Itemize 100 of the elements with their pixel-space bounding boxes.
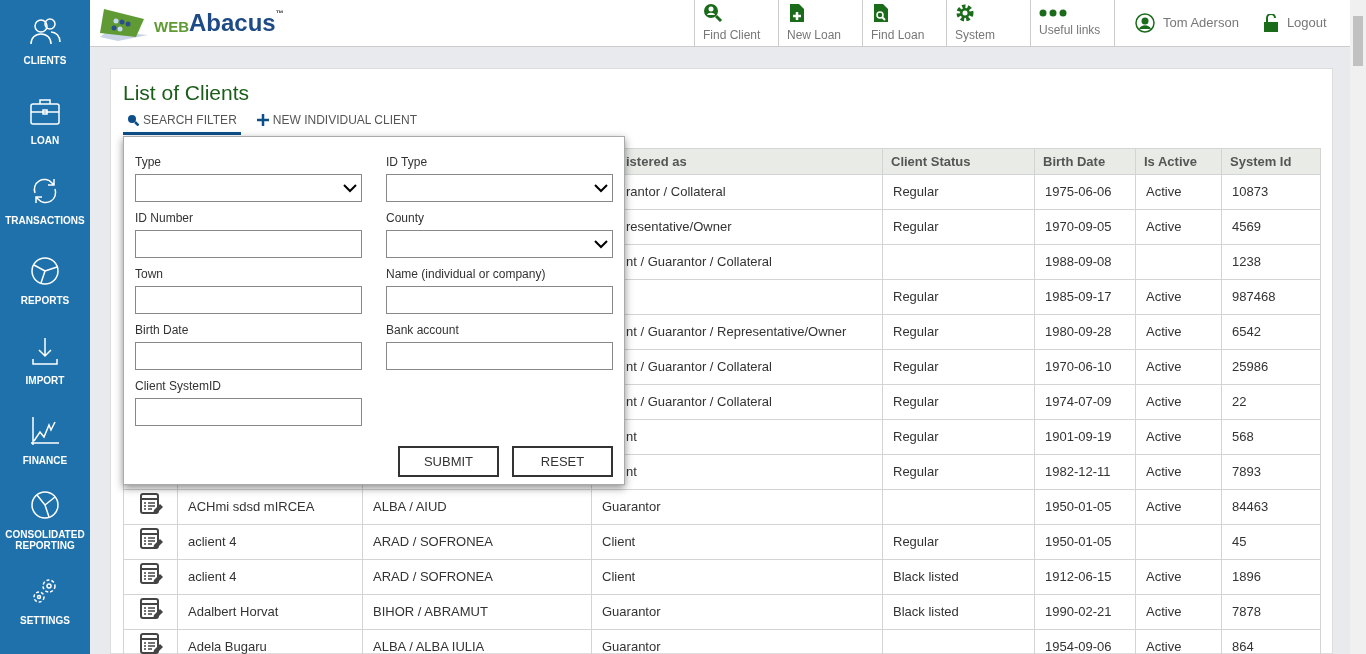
- logout-link[interactable]: Logout: [1262, 13, 1327, 33]
- input-field[interactable]: [386, 342, 613, 370]
- page-title: List of Clients: [123, 80, 251, 106]
- client-status: Regular: [893, 324, 939, 340]
- birth-date: 1950-01-05: [1045, 534, 1112, 550]
- birth-date: 1954-09-06: [1045, 639, 1112, 654]
- chevron-down-icon: [343, 183, 357, 193]
- system-id: 6542: [1232, 324, 1261, 340]
- sidebar-item[interactable]: CLIENTS: [0, 0, 90, 80]
- birth-date: 1980-09-28: [1045, 324, 1112, 340]
- nav-link[interactable]: Find Loan: [862, 0, 946, 46]
- active-status: Active: [1146, 604, 1182, 620]
- system-id: 7893: [1232, 464, 1261, 480]
- birth-date: 1975-06-06: [1045, 184, 1112, 200]
- column-header: istered as: [626, 153, 687, 169]
- chevron-down-icon: [594, 183, 608, 193]
- input-field[interactable]: [135, 286, 362, 314]
- system-id: 45: [1232, 534, 1247, 550]
- registered-as: Guarantor: [602, 604, 661, 620]
- registered-as: nt / Guarantor / Collateral: [626, 254, 772, 270]
- client-status: Regular: [893, 359, 939, 375]
- sidebar-item[interactable]: TRANSACTIONS: [0, 160, 90, 240]
- system-id: 25986: [1232, 359, 1269, 375]
- location: ARAD / SOFRONEA: [373, 534, 493, 550]
- edit-list-icon[interactable]: [138, 596, 163, 621]
- registered-as: nt / Guarantor / Collateral: [626, 359, 772, 375]
- user-link[interactable]: Tom Aderson: [1135, 13, 1239, 33]
- input-field[interactable]: [135, 230, 362, 258]
- client-name: Adela Bugaru: [188, 639, 267, 654]
- edit-list-icon[interactable]: [138, 631, 163, 654]
- birth-date: 1912-06-15: [1045, 569, 1112, 585]
- sidebar-item[interactable]: LOAN: [0, 80, 90, 160]
- field-label: Birth Date: [135, 322, 190, 339]
- scrollbar-thumb[interactable]: [1353, 16, 1363, 66]
- field-label: Client SystemID: [135, 378, 223, 395]
- field-label: Bank account: [386, 322, 460, 339]
- client-status: Regular: [893, 429, 939, 445]
- client-status: Regular: [893, 394, 939, 410]
- search-icon: [127, 113, 139, 126]
- nav-link[interactable]: System: [946, 0, 1030, 46]
- padlock-icon: [1262, 14, 1279, 32]
- system-id: 10873: [1232, 184, 1269, 200]
- pie-chart-icon: [29, 254, 61, 287]
- nav-link[interactable]: Useful links: [1030, 0, 1114, 46]
- system-id: 1238: [1232, 254, 1261, 270]
- tab[interactable]: NEW INDIVIDUAL CLIENT: [252, 107, 422, 135]
- registered-as: Client: [602, 569, 636, 585]
- nav-link[interactable]: New Loan: [778, 0, 862, 46]
- column-header: Birth Date: [1043, 153, 1106, 169]
- line-chart-icon: [29, 414, 61, 447]
- registered-as: nt / Guarantor / Representative/Owner: [626, 324, 847, 340]
- birth-date: 1974-07-09: [1045, 394, 1112, 410]
- location: ARAD / SOFRONEA: [373, 569, 493, 585]
- nav-link[interactable]: Find Client: [694, 0, 778, 46]
- user-icon: [1135, 13, 1155, 33]
- select-field[interactable]: [386, 174, 613, 202]
- registered-as: rantor / Collateral: [626, 184, 726, 200]
- sidebar-item[interactable]: FINANCE: [0, 400, 90, 480]
- field-label: Name (individual or company): [386, 266, 547, 283]
- active-status: Active: [1146, 359, 1182, 375]
- active-status: Active: [1146, 429, 1182, 445]
- select-field[interactable]: [386, 230, 613, 258]
- birth-date: 1950-01-05: [1045, 499, 1112, 515]
- edit-list-icon[interactable]: [138, 561, 163, 586]
- sidebar-item[interactable]: CONSOLIDATED REPORTING: [0, 480, 90, 560]
- birth-date: 1970-09-05: [1045, 219, 1112, 235]
- client-status: Regular: [893, 184, 939, 200]
- sidebar-item[interactable]: IMPORT: [0, 320, 90, 400]
- input-field[interactable]: [386, 286, 613, 314]
- form-button[interactable]: SUBMIT: [398, 446, 499, 477]
- form-button[interactable]: RESET: [512, 446, 613, 477]
- sidebar-item[interactable]: SETTINGS: [0, 560, 90, 640]
- client-status: Regular: [893, 534, 939, 550]
- system-id: 568: [1232, 429, 1254, 445]
- sidebar-item[interactable]: REPORTS: [0, 240, 90, 320]
- system-id: 987468: [1232, 289, 1276, 305]
- active-status: Active: [1146, 184, 1182, 200]
- client-status: Regular: [893, 289, 939, 305]
- system-id: 1896: [1232, 569, 1261, 585]
- client-name: aclient 4: [188, 534, 237, 550]
- client-name: ACHmi sdsd mIRCEA: [188, 499, 315, 515]
- column-header: Is Active: [1144, 153, 1197, 169]
- system-id: 84463: [1232, 499, 1269, 515]
- birth-date: 1970-06-10: [1045, 359, 1112, 375]
- edit-list-icon[interactable]: [138, 526, 163, 551]
- edit-list-icon[interactable]: [138, 491, 163, 516]
- chevron-down-icon: [594, 239, 608, 249]
- column-header: Client Status: [891, 153, 971, 169]
- registered-as: nt / Guarantor / Collateral: [626, 394, 772, 410]
- registered-as: Guarantor: [602, 639, 661, 654]
- select-field[interactable]: [135, 174, 362, 202]
- active-status: Active: [1146, 499, 1182, 515]
- registered-as: resentative/Owner: [626, 219, 732, 235]
- client-name: aclient 4: [188, 569, 237, 585]
- input-field[interactable]: [135, 342, 362, 370]
- active-status: Active: [1146, 219, 1182, 235]
- registered-as: nt: [626, 464, 637, 480]
- input-field[interactable]: [135, 398, 362, 426]
- system-id: 7878: [1232, 604, 1261, 620]
- registered-as: Guarantor: [602, 499, 661, 515]
